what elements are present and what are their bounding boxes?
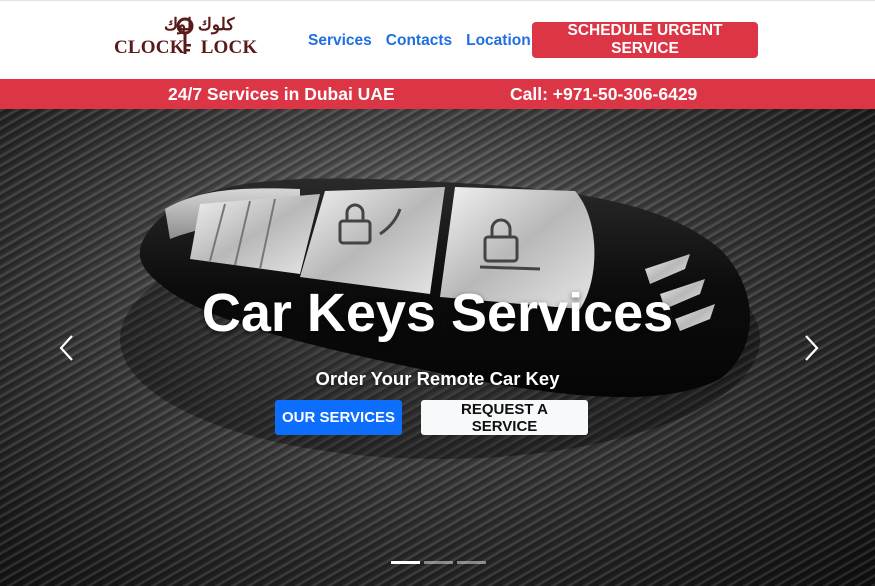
hero-carousel: Car Keys Services Order Your Remote Car … (0, 109, 875, 586)
chevron-left-icon (59, 335, 73, 361)
carousel-prev-button[interactable] (56, 333, 80, 363)
carousel-indicator-3[interactable] (457, 561, 486, 564)
carousel-indicator-1[interactable] (391, 561, 420, 564)
logo[interactable]: كلوك لوك CLOCK LOCK (114, 15, 257, 61)
logo-word-lock: LOCK (200, 37, 258, 58)
info-bar: 24/7 Services in Dubai UAE Call: +971-50… (0, 79, 875, 109)
schedule-urgent-service-button[interactable]: SCHEDULE URGENT SERVICE (532, 22, 758, 58)
availability-text: 24/7 Services in Dubai UAE (168, 84, 395, 104)
our-services-button[interactable]: OUR SERVICES (275, 400, 402, 435)
site-header: كلوك لوك CLOCK LOCK Services Contacts Loc… (0, 0, 875, 79)
chevron-right-icon (805, 335, 819, 361)
car-key-fob-image (120, 178, 760, 459)
carousel-indicators (391, 561, 486, 564)
nav-services-link[interactable]: Services (308, 32, 372, 50)
phone-text[interactable]: Call: +971-50-306-6429 (510, 84, 697, 105)
logo-brand-text: CLOCK LOCK (114, 37, 257, 59)
nav-contacts-link[interactable]: Contacts (386, 32, 452, 50)
nav-location-link[interactable]: Location (466, 32, 531, 50)
carousel-next-button[interactable] (800, 333, 824, 363)
hero-title: Car Keys Services (201, 283, 674, 343)
main-nav: Services Contacts Location (308, 32, 545, 50)
logo-word-clock: CLOCK (114, 37, 185, 58)
request-service-button[interactable]: REQUEST A SERVICE (421, 400, 588, 435)
hero-subtitle: Order Your Remote Car Key (315, 368, 560, 389)
carousel-indicator-2[interactable] (424, 561, 453, 564)
